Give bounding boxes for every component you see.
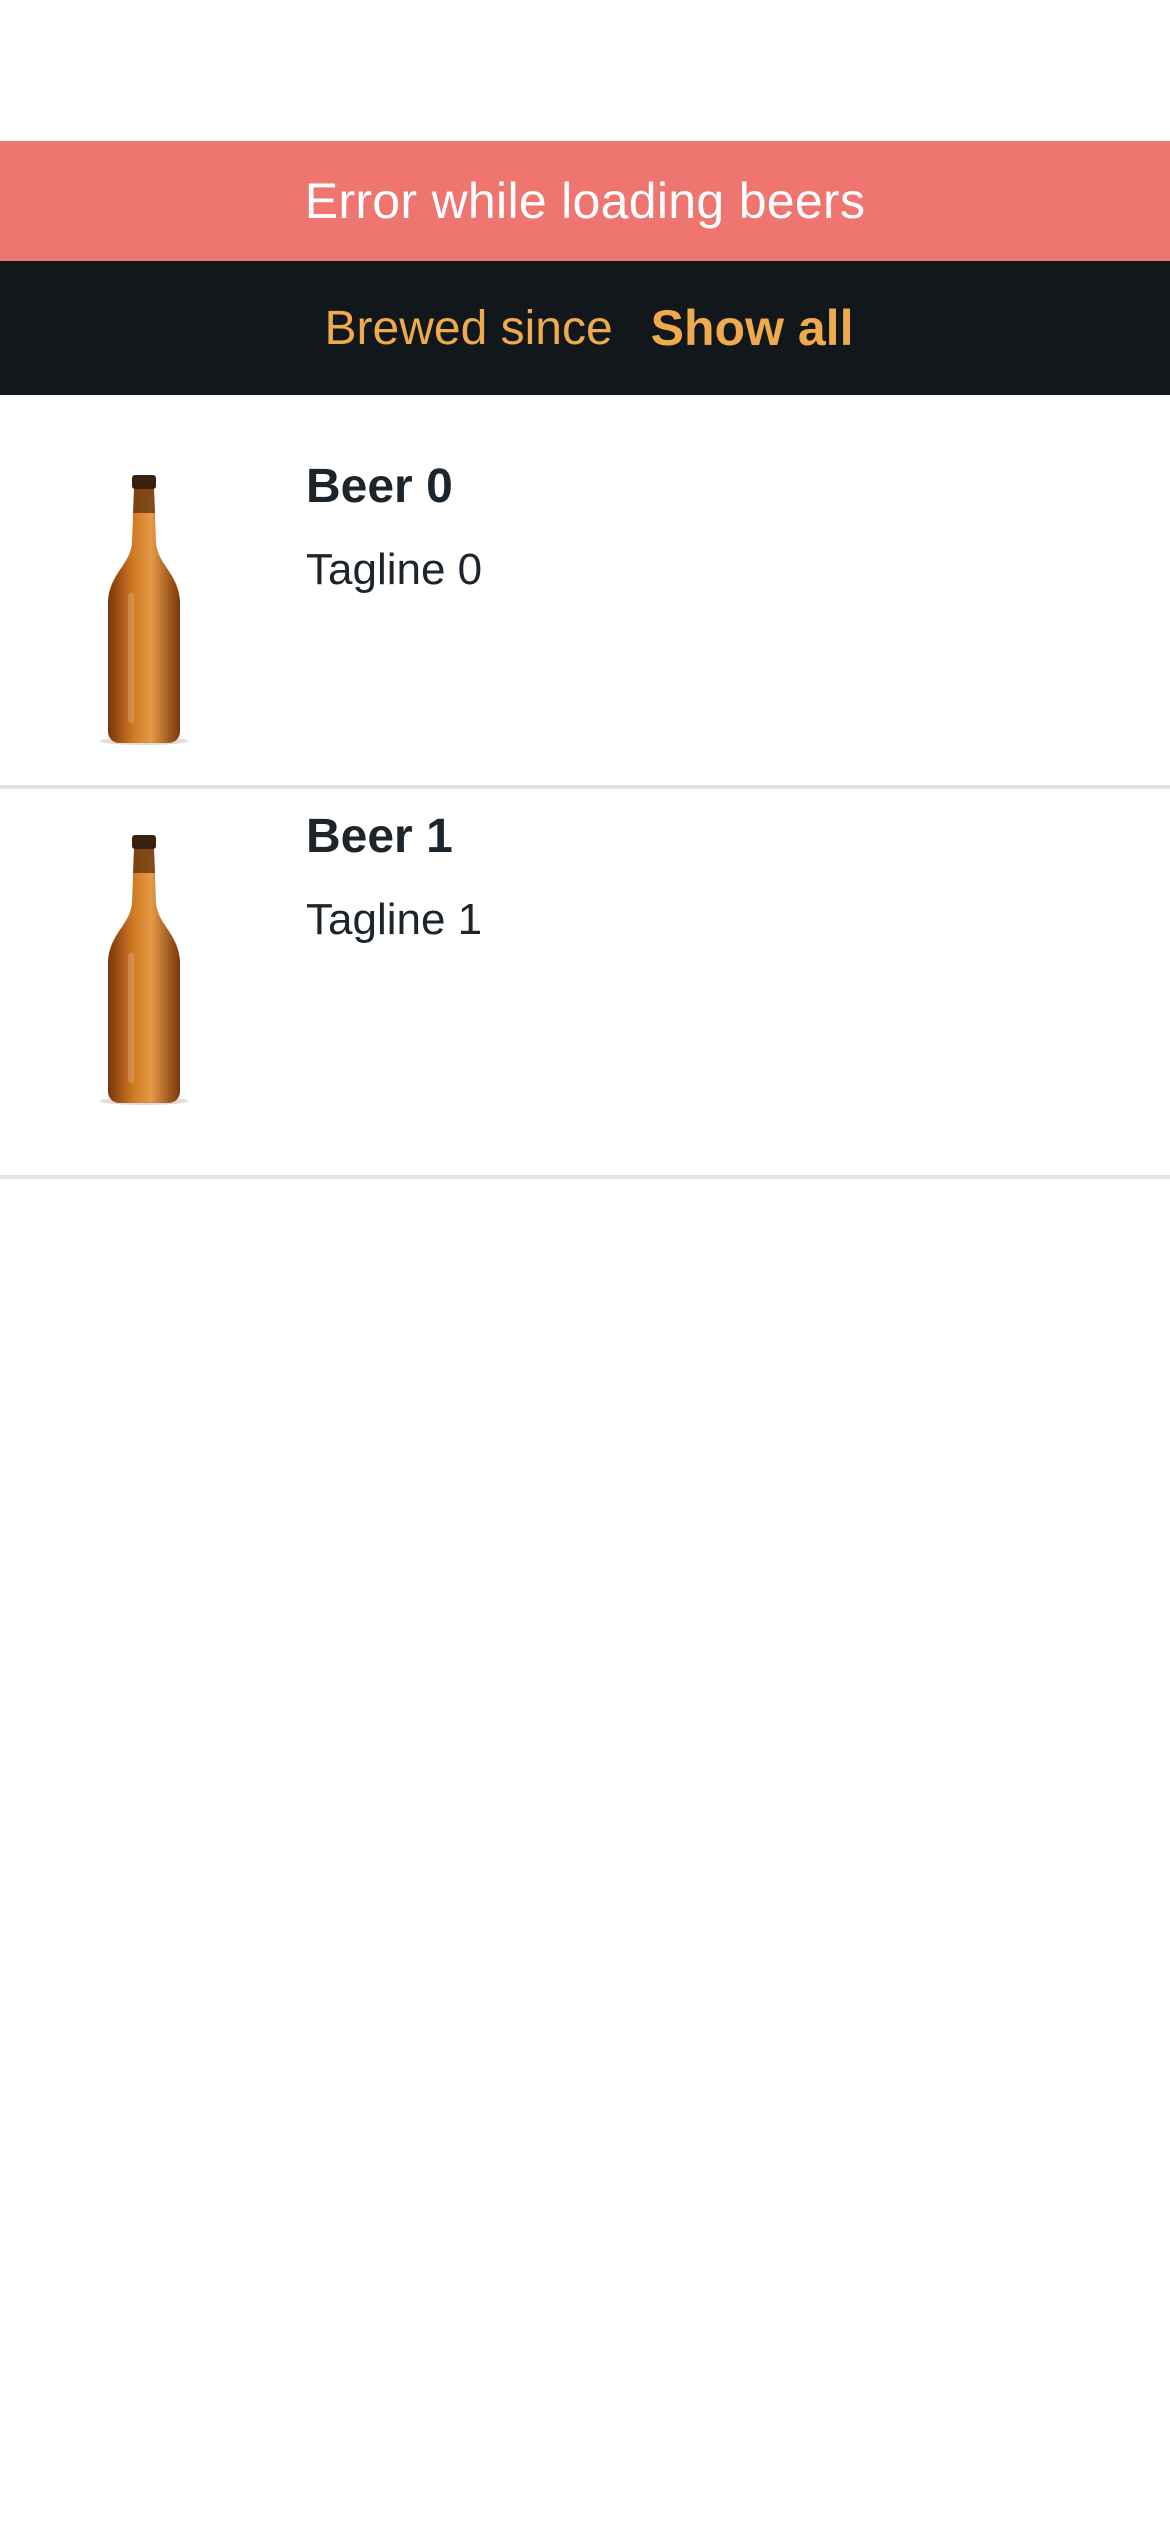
beer-name: Beer 0	[306, 460, 453, 513]
error-banner: Error while loading beers	[0, 141, 1170, 261]
error-message: Error while loading beers	[304, 173, 866, 229]
filter-show-all[interactable]: Show all	[651, 299, 854, 357]
beer-bottle-image	[100, 835, 188, 1105]
beer-list-screen: Error while loading beers Brewed since S…	[0, 0, 1170, 2532]
beer-name: Beer 1	[306, 810, 453, 863]
beer-list-item[interactable]: Beer 1 Tagline 1	[0, 789, 1170, 1179]
filter-brewed-since[interactable]: Brewed since	[325, 301, 613, 356]
beer-list-item[interactable]: Beer 0 Tagline 0	[0, 395, 1170, 789]
filter-bar: Brewed since Show all	[0, 261, 1170, 395]
beer-bottle-image	[100, 475, 188, 745]
beer-tagline: Tagline 0	[306, 545, 483, 594]
beer-list: Beer 0 Tagline 0 Beer 1 Tagline 1	[0, 395, 1170, 1179]
status-bar-area	[0, 0, 1170, 141]
beer-tagline: Tagline 1	[306, 895, 483, 944]
